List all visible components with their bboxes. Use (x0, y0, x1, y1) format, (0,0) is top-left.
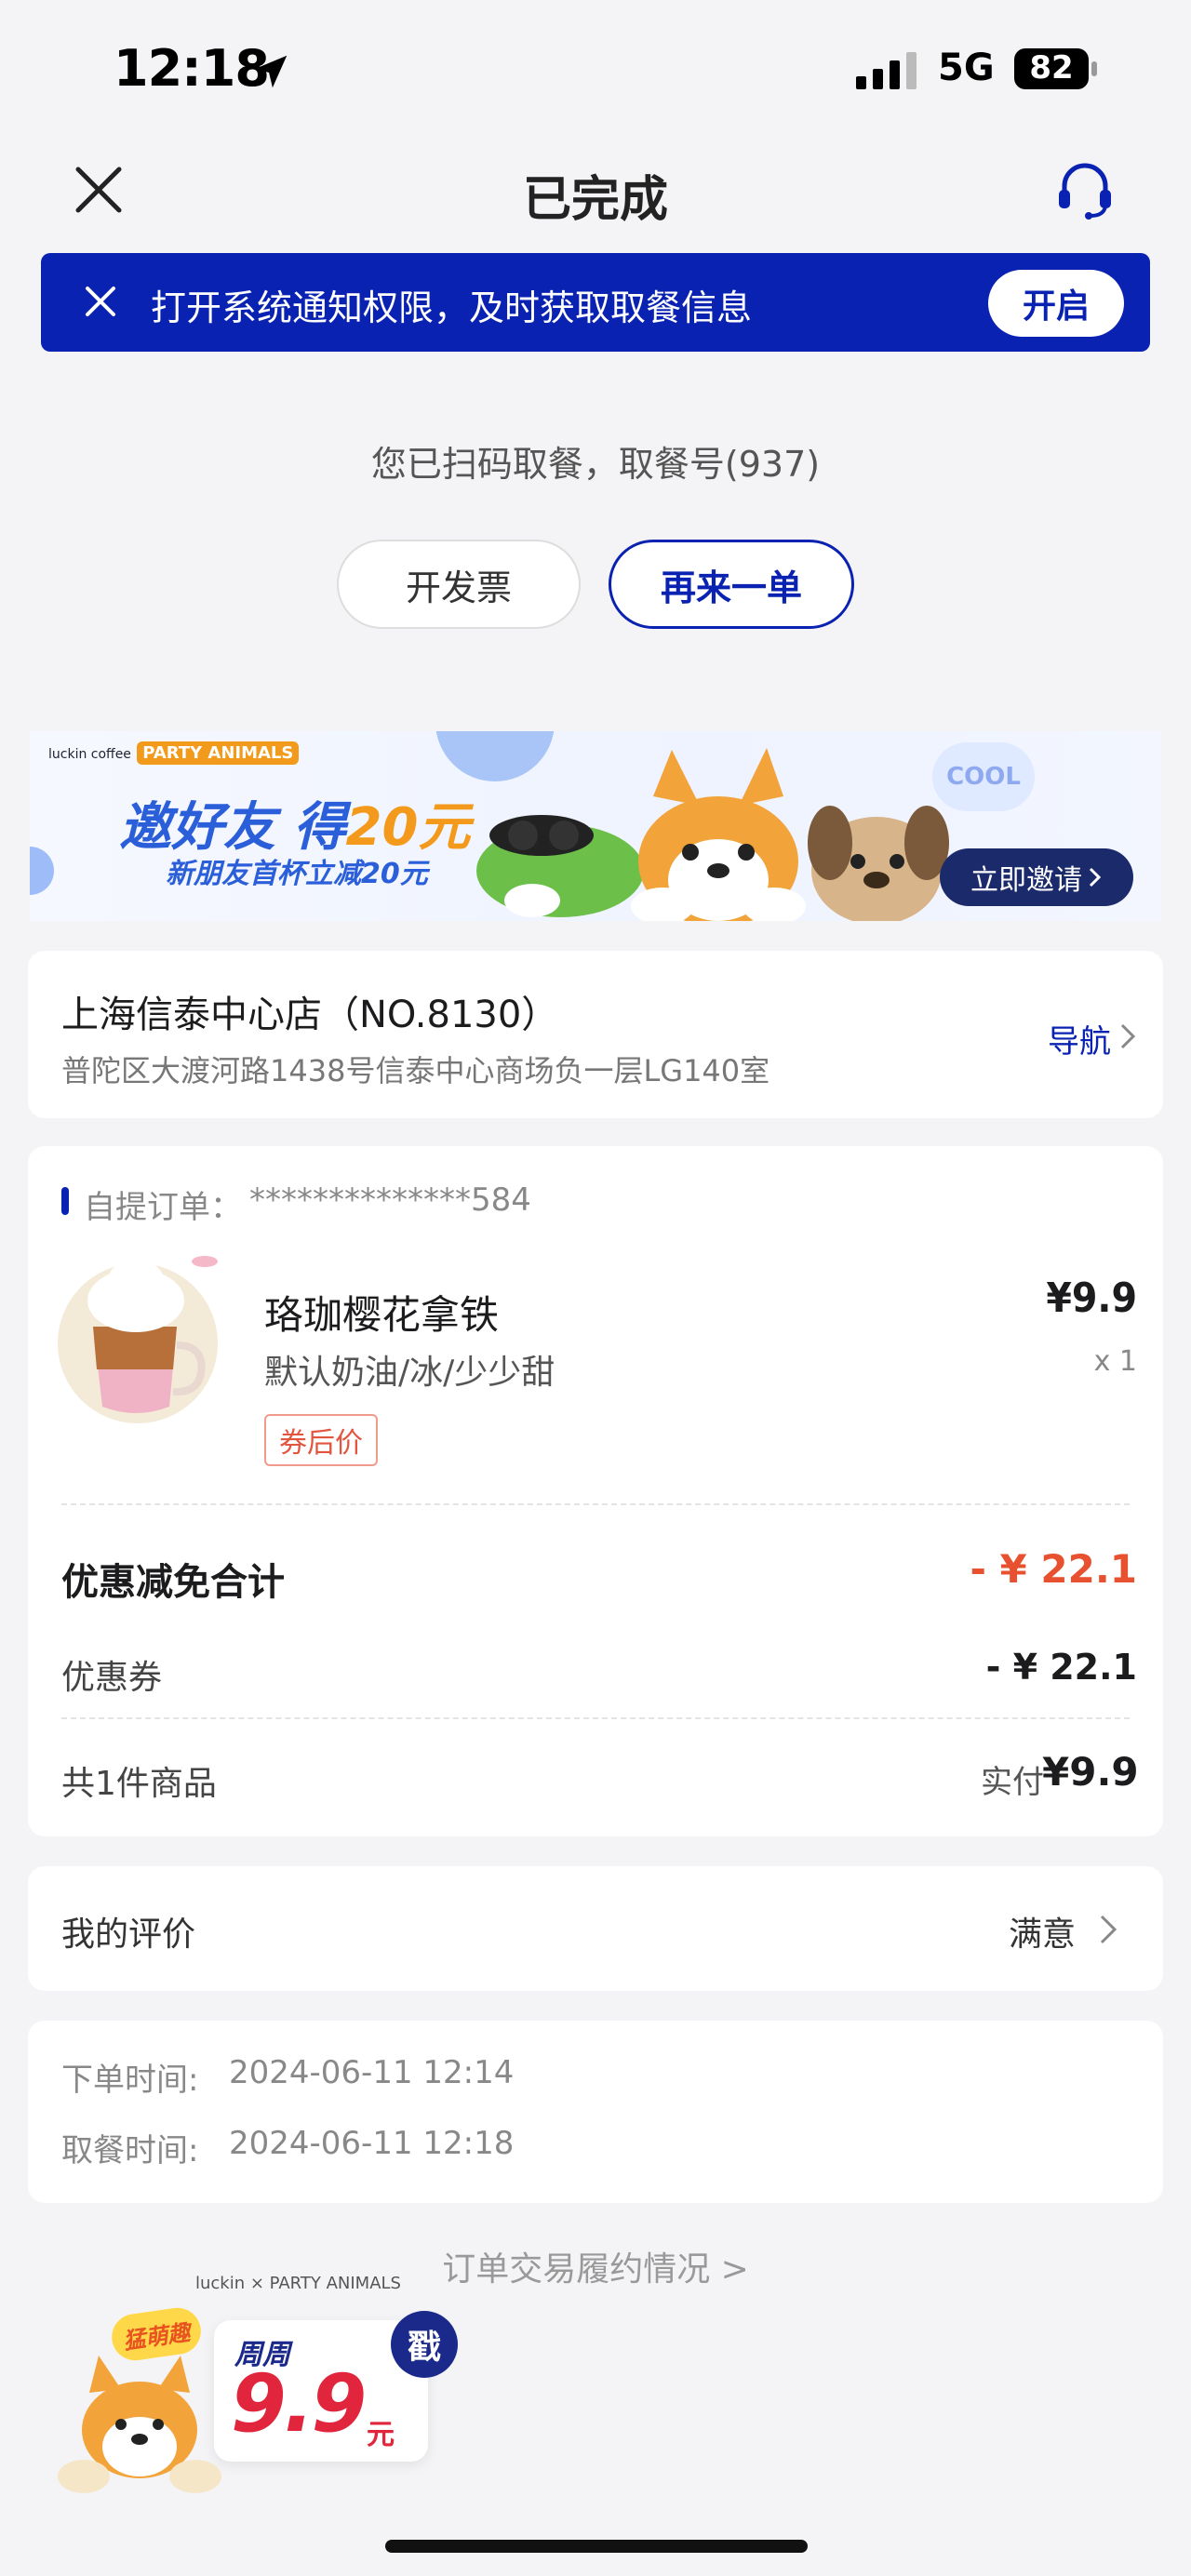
paid-value: ¥9.9 (1042, 1749, 1139, 1795)
review-label: 我的评价 (61, 1915, 196, 1954)
after-coupon-price-tag: 券后价 (264, 1414, 378, 1466)
review-row[interactable]: 我的评价 满意 (28, 1866, 1163, 1991)
divider (61, 1717, 1130, 1719)
battery-icon: 82 (1014, 47, 1098, 91)
order-card: 自提订单： **************584 珞珈樱花拿铁 默认奶油/冰/少少… (28, 1146, 1163, 1836)
promo-title-amount: 20元 (345, 797, 471, 858)
navigate-button[interactable]: 导航 (1048, 1016, 1111, 1061)
network-type: 5G (938, 47, 995, 89)
notification-banner: 打开系统通知权限，及时获取取餐信息 开启 (41, 253, 1150, 352)
coupon-label: 优惠券 (61, 1659, 163, 1697)
cellular-signal-icon (856, 52, 917, 89)
enable-notifications-button[interactable]: 开启 (988, 270, 1124, 337)
battery-level: 82 (1029, 49, 1074, 87)
pickup-time-value: 2024-06-11 12:18 (229, 2125, 515, 2162)
product-quantity: x 1 (1093, 1345, 1137, 1378)
order-times-card: 下单时间: 2024-06-11 12:14 取餐时间: 2024-06-11 … (28, 2021, 1163, 2203)
order-id: **************584 (249, 1181, 531, 1219)
store-card: 上海信泰中心店（NO.8130） 普陀区大渡河路1438号信泰中心商场负一层LG… (28, 951, 1163, 1118)
divider (61, 1503, 1130, 1505)
float-promo-stamp: 戳 (391, 2311, 458, 2378)
order-time-value: 2024-06-11 12:14 (229, 2054, 515, 2091)
product-price: ¥9.9 (1046, 1275, 1137, 1322)
promo-brand: luckin coffee PARTY ANIMALS (48, 741, 300, 765)
brand-name: luckin coffee (48, 747, 131, 762)
chevron-right-icon[interactable] (1115, 1020, 1141, 1053)
pickup-time-label: 取餐时间: (61, 2132, 199, 2169)
discount-total-value: - ¥ 22.1 (970, 1546, 1137, 1592)
decor-circle (30, 847, 54, 895)
float-promo-price: 9.9 (231, 2357, 367, 2450)
weekly-9-9-floating-promo[interactable]: luckin × PARTY ANIMALS 周周 9.9 元 戳 猛萌趣 (56, 2272, 475, 2495)
product-name: 珞珈樱花拿铁 (264, 1292, 500, 1338)
reorder-button[interactable]: 再来一单 (609, 540, 854, 629)
notification-text: 打开系统通知权限，及时获取取餐信息 (151, 287, 753, 328)
invite-now-label: 立即邀请 (970, 864, 1082, 897)
discount-total-label: 优惠减免合计 (61, 1561, 285, 1604)
status-time: 12:18 (114, 39, 270, 98)
promo-subtitle: 新朋友首杯立减20元 (166, 858, 428, 890)
section-marker (61, 1187, 69, 1215)
invite-now-button[interactable]: 立即邀请 (940, 848, 1133, 906)
order-time-label: 下单时间: (61, 2062, 199, 2099)
page-title: 已完成 (522, 172, 668, 228)
store-address: 普陀区大渡河路1438号信泰中心商场负一层LG140室 (61, 1053, 770, 1088)
promo-title: 邀好友 得20元 (119, 785, 470, 861)
chevron-right-icon (1100, 1915, 1117, 1944)
order-type-label: 自提订单： (84, 1189, 242, 1226)
chevron-right-icon (1089, 867, 1102, 888)
pickup-status-text: 您已扫码取餐，取餐号(937) (370, 444, 821, 485)
float-promo-unit: 元 (367, 2419, 395, 2451)
location-arrow-icon (254, 55, 288, 88)
cool-speech-bubble: COOL (932, 742, 1035, 811)
close-banner-icon[interactable] (82, 283, 119, 320)
home-indicator (385, 2540, 808, 2553)
customer-service-icon[interactable] (1051, 156, 1118, 223)
paid-label: 实付 (981, 1764, 1044, 1801)
invoice-button[interactable]: 开发票 (337, 540, 581, 629)
product-spec: 默认奶油/冰/少少甜 (264, 1354, 555, 1392)
float-promo-brand: luckin × PARTY ANIMALS (195, 2274, 401, 2293)
promo-title-prefix: 邀好友 得 (119, 797, 346, 858)
review-value: 满意 (1009, 1915, 1077, 1954)
invite-promo-banner[interactable]: luckin coffee PARTY ANIMALS 邀好友 得20元 新朋友… (30, 731, 1161, 921)
sakura-latte-image (58, 1252, 218, 1423)
collab-badge: PARTY ANIMALS (137, 741, 300, 765)
store-name: 上海信泰中心店（NO.8130） (61, 994, 559, 1036)
coupon-value: - ¥ 22.1 (985, 1647, 1137, 1688)
items-count: 共1件商品 (61, 1765, 217, 1803)
